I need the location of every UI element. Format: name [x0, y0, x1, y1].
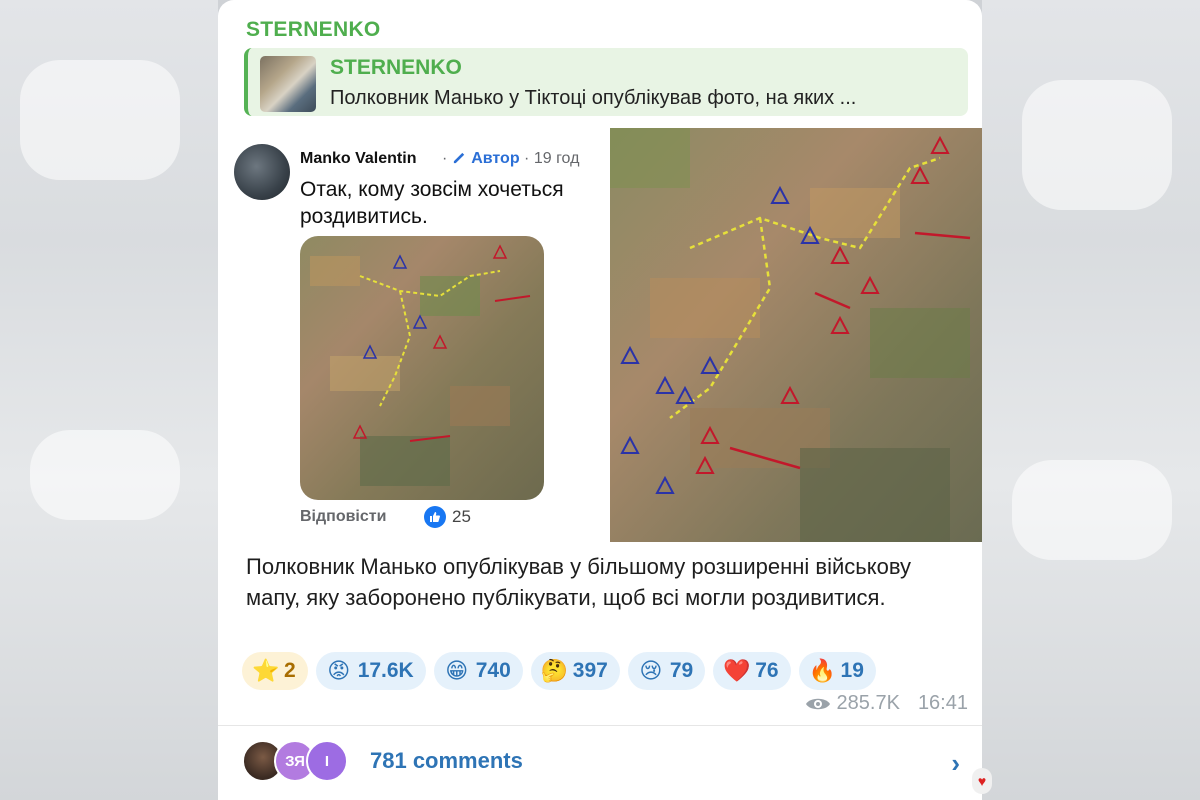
heart-icon: ❤️ — [723, 658, 751, 683]
pencil-icon — [453, 152, 464, 164]
reactions-row: ⭐ 2 😡 17.6K 😁 740 🤔 397 😢 79 ❤️ 76 🔥 19 — [242, 652, 876, 690]
eye-icon — [805, 698, 830, 709]
reaction-count: 740 — [475, 659, 511, 682]
commenter-avatars: ЗЯ І — [242, 740, 348, 782]
meta-separator: · — [442, 150, 448, 167]
like-counter[interactable]: 25 — [424, 506, 471, 528]
thumbs-up-icon — [424, 506, 446, 528]
chevron-right-icon[interactable]: › — [951, 748, 960, 779]
reaction-fire[interactable]: 🔥 19 — [798, 652, 876, 690]
post-caption: Полковник Манько опублікував у більшому … — [246, 554, 912, 610]
heart-icon: ♥ — [972, 768, 992, 794]
reply-quote[interactable]: STERNENKO Полковник Манько у Тіктоці опу… — [244, 48, 968, 116]
reaction-count: 17.6K — [357, 659, 414, 682]
reaction-grin[interactable]: 😁 740 — [433, 652, 523, 690]
post-meta: · Автор · 19 год — [442, 150, 579, 168]
reaction-star[interactable]: ⭐ 2 — [242, 652, 308, 690]
reaction-count: 79 — [669, 659, 694, 682]
author-tag-label: Автор — [471, 150, 520, 167]
reaction-thinking[interactable]: 🤔 397 — [530, 652, 620, 690]
blurred-background-left — [0, 0, 218, 800]
thinking-face-icon: 🤔 — [540, 658, 569, 683]
map-image-small — [300, 236, 544, 500]
like-count: 25 — [452, 507, 471, 526]
post-author: Manko Valentin — [300, 150, 417, 167]
star-icon: ⭐ — [252, 658, 280, 683]
comments-link[interactable]: 781 comments — [370, 748, 523, 774]
author-badge: Автор — [452, 150, 524, 167]
post-body: Отак, кому зовсім хочеться роздивитись. — [300, 178, 564, 228]
avatar: І — [306, 740, 348, 782]
reaction-count: 76 — [755, 659, 779, 682]
reaction-crying[interactable]: 😢 79 — [627, 652, 706, 690]
angry-face-icon: 😡 — [327, 658, 351, 683]
meta-separator: · — [524, 150, 530, 167]
embedded-post-screenshot[interactable]: Manko Valentin · Автор · 19 год Отак, ко… — [226, 128, 608, 540]
post-time-stamp: 16:41 — [917, 692, 968, 714]
reply-title: STERNENKO — [330, 56, 462, 79]
fire-icon: 🔥 — [808, 658, 836, 683]
comments-bar[interactable]: ЗЯ І 781 comments › — [218, 726, 982, 800]
crying-face-icon: 😢 — [639, 658, 663, 683]
reaction-count: 19 — [840, 659, 864, 682]
post-stats: 285.7K 16:41 — [805, 692, 968, 715]
map-image-large[interactable] — [610, 128, 982, 542]
reaction-heart[interactable]: ❤️ 76 — [713, 652, 791, 690]
post-time: 19 год — [533, 150, 580, 167]
reply-link[interactable]: Відповісти — [300, 508, 386, 526]
avatar — [234, 144, 290, 200]
telegram-post-card: STERNENKO STERNENKO Полковник Манько у Т… — [218, 0, 982, 800]
channel-name[interactable]: STERNENKO — [246, 18, 381, 42]
view-count: 285.7K — [836, 692, 900, 714]
reaction-count: 397 — [572, 659, 608, 682]
blurred-background-right — [982, 0, 1200, 800]
reply-text: Полковник Манько у Тіктоці опублікував ф… — [330, 87, 857, 109]
reaction-count: 2 — [284, 659, 296, 682]
grinning-face-icon: 😁 — [445, 658, 469, 683]
reaction-angry[interactable]: 😡 17.6K — [315, 652, 426, 690]
reply-thumbnail — [260, 56, 316, 112]
